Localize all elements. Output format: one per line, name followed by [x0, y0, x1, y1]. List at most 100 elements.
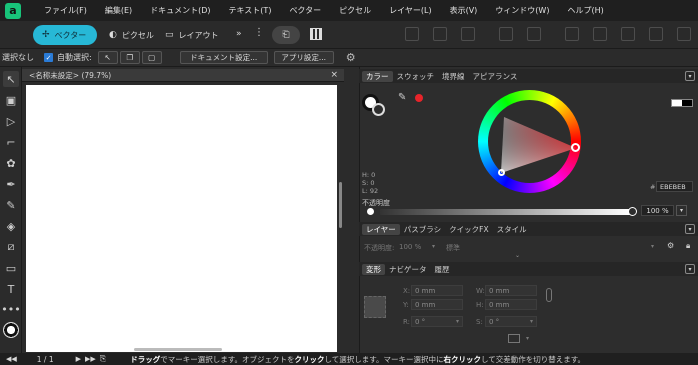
tab-history[interactable]: 履歴	[431, 264, 454, 275]
tab-stroke[interactable]: 境界線	[438, 71, 469, 82]
select-mode-cursor-icon[interactable]: ↖	[97, 51, 118, 64]
lock-icon[interactable]: 🔒︎	[686, 241, 690, 251]
select-mode-layer-icon[interactable]: ▢	[141, 51, 162, 64]
hex-input[interactable]: EBEBEB	[656, 181, 693, 192]
assistant-button[interactable]: ⎗	[272, 26, 300, 44]
color-well-icon[interactable]	[3, 322, 19, 338]
tab-brushes[interactable]: パスブラシ	[400, 224, 445, 235]
boolean-subtract-icon[interactable]	[527, 27, 541, 41]
document-page[interactable]	[26, 85, 337, 352]
boolean-divide-icon[interactable]	[621, 27, 635, 41]
layer-opacity-dropdown-icon[interactable]: ▾	[432, 243, 435, 250]
ungroup-icon[interactable]	[649, 27, 663, 41]
canvas-area[interactable]	[22, 82, 344, 353]
opacity-slider-handle[interactable]	[628, 207, 637, 216]
eyedropper-icon[interactable]: ✎	[398, 92, 406, 103]
more-personas-button[interactable]: »	[236, 29, 242, 39]
next-page-icon[interactable]: ▶	[76, 355, 81, 363]
group-icon[interactable]	[677, 27, 691, 41]
opacity-dropdown-icon[interactable]: ▾	[676, 205, 687, 216]
transform-options-icon[interactable]	[508, 334, 520, 343]
x-field[interactable]: 0 mm	[411, 285, 463, 296]
lock-aspect-icon[interactable]	[546, 288, 552, 302]
menu-help[interactable]: ヘルプ(H)	[558, 5, 612, 16]
persona-layout-button[interactable]: ▭ レイアウト	[156, 25, 228, 45]
horizontal-scrollbar[interactable]	[134, 348, 222, 351]
rectangle-tool-icon[interactable]: ▭	[3, 260, 19, 276]
opacity-slider[interactable]	[380, 209, 630, 215]
collapse-transform-panel-icon[interactable]: ▾	[685, 264, 695, 274]
color-mode-toggle[interactable]	[671, 99, 693, 107]
menu-layer[interactable]: レイヤー(L)	[380, 5, 440, 16]
transform-options-dropdown-icon[interactable]: ▾	[526, 335, 529, 342]
arrange-icon[interactable]	[433, 27, 447, 41]
tab-appearance[interactable]: アピアランス	[469, 71, 522, 82]
brush-tool-icon[interactable]: ◈	[3, 218, 19, 234]
boolean-add-icon[interactable]	[499, 27, 513, 41]
text-tool-icon[interactable]: T	[3, 281, 19, 297]
tab-swatches[interactable]: スウォッチ	[393, 71, 439, 82]
menu-view[interactable]: 表示(V)	[441, 5, 487, 16]
layer-settings-gear-icon[interactable]: ⚙	[667, 241, 674, 250]
anchor-point-selector[interactable]	[364, 296, 386, 318]
blend-mode-select[interactable]: 標準	[446, 243, 460, 253]
select-mode-group-icon[interactable]: ❐	[119, 51, 140, 64]
rotation-dropdown-icon[interactable]: ▾	[456, 318, 459, 325]
page-view-icon[interactable]: ⎘	[100, 354, 106, 364]
tab-color[interactable]: カラー	[362, 70, 393, 82]
color-picker-handle[interactable]	[498, 169, 505, 176]
tab-quickfx[interactable]: クイックFX	[445, 224, 492, 235]
opacity-input[interactable]: 100 %	[641, 205, 674, 216]
pencil-tool-icon[interactable]: ✎	[3, 197, 19, 213]
transform-icon[interactable]	[461, 27, 475, 41]
document-settings-button[interactable]: ドキュメント設定...	[179, 51, 268, 64]
tab-navigator[interactable]: ナビゲータ	[385, 264, 431, 275]
move-tool-icon[interactable]: ↖	[3, 71, 19, 87]
document-tab[interactable]: <名称未設定> (79.7%) ×	[22, 69, 344, 82]
y-field[interactable]: 0 mm	[411, 299, 463, 310]
collapse-layers-panel-icon[interactable]: ▾	[685, 224, 695, 234]
boolean-xor-icon[interactable]	[593, 27, 607, 41]
boolean-intersect-icon[interactable]	[565, 27, 579, 41]
layers-expand-icon[interactable]: ⌄	[515, 252, 520, 259]
menu-window[interactable]: ウィンドウ(W)	[486, 5, 558, 16]
tab-styles[interactable]: スタイル	[493, 224, 531, 235]
artboard-tool-icon[interactable]: ▣	[3, 92, 19, 108]
persona-pixel-button[interactable]: ◐ ピクセル	[100, 25, 163, 45]
first-page-icon[interactable]: ◀◀	[6, 355, 17, 363]
tab-transform[interactable]: 変形	[362, 263, 385, 275]
layer-opacity-value[interactable]: 100 %	[399, 243, 421, 251]
menu-document[interactable]: ドキュメント(D)	[141, 5, 219, 16]
stroke-color-well[interactable]	[372, 103, 385, 116]
menu-text[interactable]: テキスト(T)	[220, 5, 281, 16]
menu-file[interactable]: ファイル(F)	[35, 5, 96, 16]
pen-tool-icon[interactable]: ✒	[3, 176, 19, 192]
w-field[interactable]: 0 mm	[485, 285, 537, 296]
menu-vector[interactable]: ベクター	[280, 5, 330, 16]
blend-mode-dropdown-icon[interactable]: ▾	[651, 243, 654, 250]
shape-builder-icon[interactable]: ✿	[3, 155, 19, 171]
shear-dropdown-icon[interactable]: ▾	[530, 318, 533, 325]
saturation-triangle[interactable]	[464, 101, 584, 191]
align-icon[interactable]	[405, 27, 419, 41]
app-settings-button[interactable]: アプリ設定...	[273, 51, 334, 64]
more-tools-icon[interactable]: •••	[1, 301, 20, 317]
snapping-icon[interactable]	[310, 28, 322, 40]
h-field[interactable]: 0 mm	[485, 299, 537, 310]
last-page-icon[interactable]: ▶▶	[85, 355, 96, 363]
color-wheel[interactable]	[464, 90, 584, 193]
corner-tool-icon[interactable]: ⌐	[3, 134, 19, 150]
tab-layers[interactable]: レイヤー	[362, 223, 400, 235]
vertical-scrollbar[interactable]	[339, 182, 342, 228]
menu-pixel[interactable]: ピクセル	[330, 5, 380, 16]
hue-handle[interactable]	[571, 143, 580, 152]
auto-select-checkbox[interactable]: ✓	[44, 53, 53, 62]
menu-edit[interactable]: 編集(E)	[96, 5, 141, 16]
node-tool-icon[interactable]: ▷	[3, 113, 19, 129]
fill-tool-icon[interactable]: ⧄	[3, 239, 19, 255]
collapse-color-panel-icon[interactable]: ▾	[685, 71, 695, 81]
persona-vector-button[interactable]: ✢ ベクター	[33, 25, 97, 45]
gear-icon[interactable]: ⚙	[346, 51, 356, 64]
close-document-button[interactable]: ×	[330, 70, 338, 80]
more-options-icon[interactable]: ⋮	[254, 27, 264, 38]
